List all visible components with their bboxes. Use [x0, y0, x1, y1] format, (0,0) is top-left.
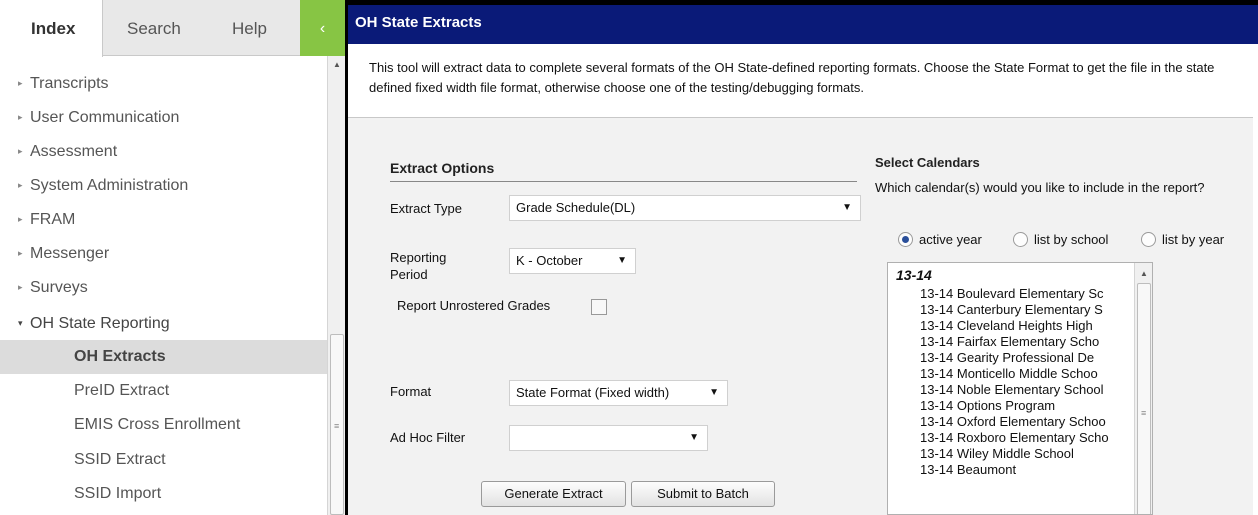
scroll-up-arrow-icon[interactable]: ▲: [1140, 269, 1148, 278]
unrostered-grades-checkbox[interactable]: [591, 299, 607, 315]
radio-active-year-label: active year: [919, 232, 982, 247]
tool-description: This tool will extract data to complete …: [348, 44, 1253, 118]
calendar-option[interactable]: 13-14 Options Program: [920, 398, 1055, 414]
tree-subitem-preid-extract[interactable]: PreID Extract: [0, 374, 327, 408]
chevron-down-icon: ▼: [689, 432, 699, 443]
grip-icon: ≡: [1141, 408, 1147, 418]
select-calendars-heading: Select Calendars: [875, 155, 980, 170]
expand-arrow-icon: ▸: [18, 112, 23, 122]
nav-tree: ▸ Transcripts ▸ User Communication ▸ Assess…: [0, 56, 327, 515]
tree-item-label: OH State Reporting: [30, 315, 170, 332]
tree-item-user-communication[interactable]: ▸ User Communication: [0, 100, 327, 134]
calendar-question: Which calendar(s) would you like to incl…: [875, 180, 1205, 195]
radio-active-year[interactable]: [898, 232, 913, 247]
reporting-period-value: K - October: [516, 253, 583, 268]
extract-type-select[interactable]: Grade Schedule(DL) ▼: [509, 195, 861, 221]
format-select[interactable]: State Format (Fixed width) ▼: [509, 380, 728, 406]
expand-arrow-icon: ▸: [18, 78, 23, 88]
calendar-option[interactable]: 13-14 Beaumont: [920, 462, 1016, 478]
tab-help[interactable]: Help: [232, 0, 267, 56]
calendar-option[interactable]: 13-14 Roxboro Elementary Scho: [920, 430, 1109, 446]
tree-subitem-ssid-extract[interactable]: SSID Extract: [0, 443, 327, 477]
radio-list-by-school[interactable]: [1013, 232, 1028, 247]
expand-arrow-icon: ▸: [18, 214, 23, 224]
tree-item-system-administration[interactable]: ▸ System Administration: [0, 168, 327, 202]
expand-arrow-icon: ▸: [18, 180, 23, 190]
radio-list-by-school-label: list by school: [1034, 232, 1109, 247]
scrollbar-thumb[interactable]: ≡: [1137, 283, 1151, 514]
scroll-up-arrow-icon[interactable]: ▲: [333, 60, 341, 69]
ad-hoc-filter-label: Ad Hoc Filter: [390, 430, 466, 445]
tree-item-label: FRAM: [30, 211, 76, 228]
tree-item-transcripts[interactable]: ▸ Transcripts: [0, 66, 327, 100]
tree-subitem-oh-extracts[interactable]: OH Extracts: [0, 340, 327, 374]
calendar-listbox[interactable]: 13-14 13-14 Boulevard Elementary Sc 13-1…: [887, 262, 1153, 515]
extract-options-heading: Extract Options: [390, 160, 495, 176]
calendar-group-label: 13-14: [896, 267, 932, 283]
calendar-option[interactable]: 13-14 Canterbury Elementary S: [920, 302, 1103, 318]
calendar-option[interactable]: 13-14 Noble Elementary School: [920, 382, 1104, 398]
ad-hoc-filter-select[interactable]: ▼: [509, 425, 708, 451]
format-label: Format: [390, 384, 432, 399]
calendar-option[interactable]: 13-14 Wiley Middle School: [920, 446, 1074, 462]
submit-to-batch-button[interactable]: Submit to Batch: [631, 481, 775, 507]
grip-icon: ≡: [334, 421, 340, 431]
scrollbar-thumb[interactable]: ≡: [330, 334, 344, 515]
calendar-listbox-scrollbar[interactable]: ▲ ≡: [1134, 263, 1152, 514]
extract-type-value: Grade Schedule(DL): [516, 200, 636, 215]
extract-type-label: Extract Type: [390, 201, 463, 216]
tree-item-messenger[interactable]: ▸ Messenger: [0, 236, 327, 270]
calendar-option[interactable]: 13-14 Cleveland Heights High: [920, 318, 1093, 334]
radio-list-by-year-label: list by year: [1162, 232, 1225, 247]
tree-item-label: System Administration: [30, 177, 189, 194]
nav-scrollbar[interactable]: ▲ ≡: [327, 56, 345, 515]
expand-arrow-icon: ▸: [18, 248, 23, 258]
calendar-option[interactable]: 13-14 Oxford Elementary Schoo: [920, 414, 1106, 430]
tab-search[interactable]: Search: [127, 0, 181, 56]
collapse-panel-button[interactable]: ‹: [300, 0, 345, 56]
reporting-period-select[interactable]: K - October ▼: [509, 248, 636, 274]
tree-item-label: Transcripts: [30, 75, 109, 92]
calendar-option[interactable]: 13-14 Boulevard Elementary Sc: [920, 286, 1104, 302]
chevron-down-icon: ▼: [709, 387, 719, 398]
calendar-option[interactable]: 13-14 Gearity Professional De: [920, 350, 1094, 366]
tree-item-label: User Communication: [30, 109, 180, 126]
content-panel: OH State Extracts This tool will extract…: [348, 0, 1258, 515]
tree-item-surveys[interactable]: ▸ Surveys: [0, 270, 327, 304]
navigation-panel: Index Search Help ‹ ▸ Transcripts ▸ User C…: [0, 0, 345, 515]
radio-list-by-year[interactable]: [1141, 232, 1156, 247]
calendar-option[interactable]: 13-14 Fairfax Elementary Scho: [920, 334, 1099, 350]
collapse-arrow-icon: ▾: [18, 318, 23, 328]
section-divider: [390, 181, 857, 182]
tab-index[interactable]: Index: [0, 0, 103, 57]
tree-item-fram[interactable]: ▸ FRAM: [0, 202, 327, 236]
tree-item-assessment[interactable]: ▸ Assessment: [0, 134, 327, 168]
chevron-down-icon: ▼: [842, 202, 852, 213]
reporting-period-label: Reporting Period: [390, 250, 447, 282]
chevron-down-icon: ▼: [617, 255, 627, 266]
tree-item-label: Assessment: [30, 143, 118, 160]
tree-item-label: Messenger: [30, 245, 110, 262]
format-value: State Format (Fixed width): [516, 385, 670, 400]
expand-arrow-icon: ▸: [18, 282, 23, 292]
calendar-option[interactable]: 13-14 Monticello Middle Schoo: [920, 366, 1098, 382]
page-title: OH State Extracts: [355, 14, 482, 31]
generate-extract-button[interactable]: Generate Extract: [481, 481, 626, 507]
tree-item-label: Surveys: [30, 279, 88, 296]
unrostered-grades-label: Report Unrostered Grades: [397, 298, 551, 313]
tree-subitem-emis-cross-enrollment[interactable]: EMIS Cross Enrollment: [0, 408, 327, 442]
expand-arrow-icon: ▸: [18, 146, 23, 156]
tree-item-oh-state-reporting[interactable]: ▾ OH State Reporting: [0, 306, 327, 340]
nav-tabs: Index Search Help ‹: [0, 0, 345, 57]
tree-subitem-ssid-import[interactable]: SSID Import: [0, 477, 327, 511]
page-header: OH State Extracts: [348, 0, 1258, 44]
chevron-left-icon: ‹: [319, 20, 326, 37]
